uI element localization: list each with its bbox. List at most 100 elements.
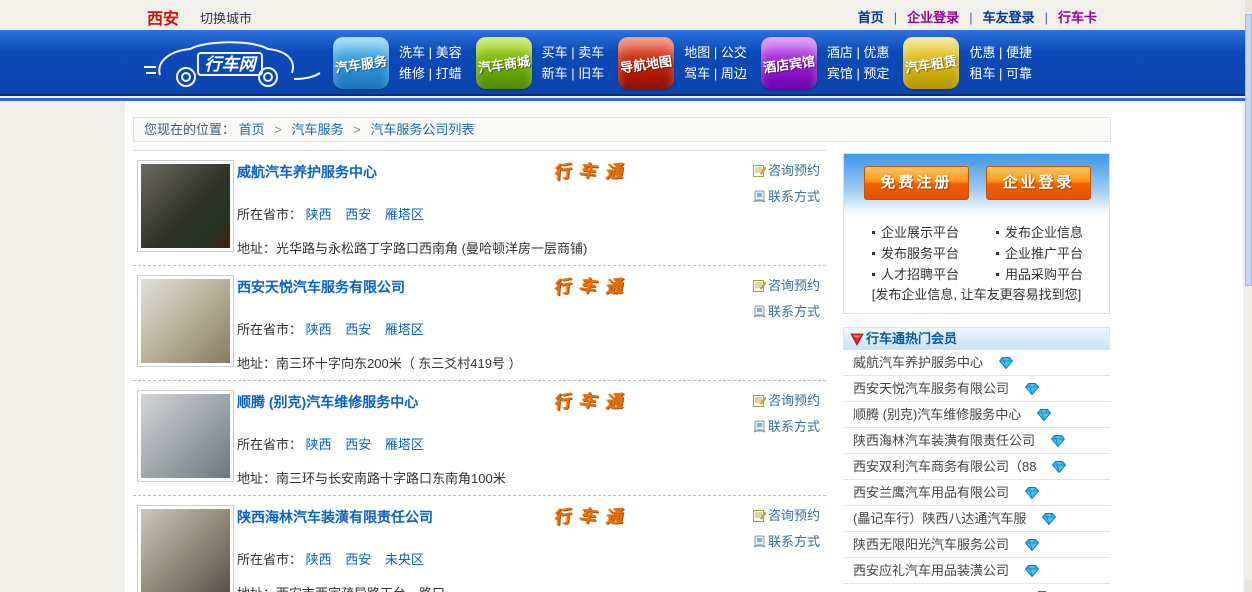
member-row[interactable]: 陕西海林汽车装潢有限责任公司 <box>843 428 1110 454</box>
contact-info-link[interactable]: 联系方式 <box>753 301 833 320</box>
contact-info-link[interactable]: 联系方式 <box>753 531 833 550</box>
nav-sublink[interactable]: 买车 | 卖车 <box>542 42 605 63</box>
current-city: 西安 <box>147 5 179 29</box>
member-row[interactable]: 陕西无限阳光汽车服务公司 <box>843 532 1110 558</box>
region-row: 所在省市： 陕西 西安 雁塔区 <box>237 434 434 453</box>
nav-group-hotel: 酒店宾馆 酒店 | 优惠 宾馆 | 预定 <box>761 37 890 89</box>
nav-sublink[interactable]: 洗车 | 美容 <box>399 42 462 63</box>
region-city-link[interactable]: 西安 <box>345 437 371 452</box>
region-label: 所在省市： <box>237 207 302 222</box>
listing-title-link[interactable]: 西安天悦汽车服务有限公司 <box>237 277 405 297</box>
listing-item: 陕西海林汽车装潢有限责任公司 行车通 咨询预约 联系方式 所在省市： 陕西 西安… <box>133 496 826 592</box>
top-link-driver-login[interactable]: 车友登录 <box>983 10 1035 25</box>
listing-address: 地址：西安市西宇疏导路天台一路口 <box>237 583 445 592</box>
listing-address: 地址：光华路与永松路丁字路口西南角 (曼哈顿洋房一层商铺) <box>237 238 587 257</box>
scrollbar-thumb[interactable] <box>1245 14 1252 286</box>
feature-list-left: 企业展示平台 发布服务平台 人才招聘平台 <box>872 222 959 285</box>
consult-booking-link[interactable]: 咨询预约 <box>753 390 833 409</box>
phone-icon <box>753 305 766 318</box>
nav-sublink[interactable]: 地图 | 公交 <box>684 42 747 63</box>
switch-city-link[interactable]: 切换城市 <box>200 8 252 27</box>
member-row[interactable]: 顺腾 (别克)汽车维修服务中心 <box>843 402 1110 428</box>
top-link-xingcheka[interactable]: 行车卡 <box>1058 10 1097 25</box>
separator: | <box>894 10 897 25</box>
member-row[interactable]: 西安双利汽车商务有限公司（88 <box>843 454 1110 480</box>
phone-icon <box>753 190 766 203</box>
region-district-link[interactable]: 雁塔区 <box>385 207 424 222</box>
consult-booking-link[interactable]: 咨询预约 <box>753 160 833 179</box>
member-row[interactable]: 西安兰鹰汽车用品有限公司 <box>843 480 1110 506</box>
region-province-link[interactable]: 陕西 <box>306 437 332 452</box>
nav-button-car-rental[interactable]: 汽车租赁 <box>903 37 959 89</box>
listing-title-link[interactable]: 顺腾 (别克)汽车维修服务中心 <box>237 392 418 412</box>
contact-info-link[interactable]: 联系方式 <box>753 416 833 435</box>
listing-photo[interactable] <box>137 160 234 252</box>
nav-button-car-mall[interactable]: 汽车商城 <box>476 37 532 89</box>
region-province-link[interactable]: 陕西 <box>306 322 332 337</box>
breadcrumb-car-services[interactable]: 汽车服务 <box>292 122 344 137</box>
member-row[interactable]: 西安应礼汽车用品装潢公司 <box>843 558 1110 584</box>
scrollbar[interactable] <box>1245 0 1252 592</box>
free-register-button[interactable]: 免费注册 <box>864 166 969 200</box>
note-pencil-icon <box>753 164 766 177</box>
breadcrumb-label: 您现在的位置： <box>144 122 235 137</box>
consult-booking-link[interactable]: 咨询预约 <box>753 505 833 524</box>
region-province-link[interactable]: 陕西 <box>306 552 332 567</box>
red-pointer-icon <box>850 333 864 346</box>
listing-photo[interactable] <box>137 390 234 482</box>
hot-members-box: 行车通热门会员 威航汽车养护服务中心 西安天悦汽车服务有限公司 顺腾 (别克)汽… <box>843 327 1110 592</box>
consult-booking-link[interactable]: 咨询预约 <box>753 275 833 294</box>
listing-photo[interactable] <box>137 505 234 592</box>
member-row[interactable]: 西安天悦汽车服务有限公司 <box>843 376 1110 402</box>
feature-item: 发布企业信息 <box>996 222 1083 243</box>
nav-sublink[interactable]: 租车 | 可靠 <box>969 63 1032 84</box>
listing-photo[interactable] <box>137 275 234 367</box>
nav-button-hotel[interactable]: 酒店宾馆 <box>761 37 817 89</box>
top-link-company-login[interactable]: 企业登录 <box>907 10 959 25</box>
nav-button-navigation-map[interactable]: 导航地图 <box>618 37 674 89</box>
listing-title-link[interactable]: 威航汽车养护服务中心 <box>237 162 377 182</box>
region-district-link[interactable]: 未央区 <box>385 552 424 567</box>
region-district-link[interactable]: 雁塔区 <box>385 437 424 452</box>
nav-sublink[interactable]: 宾馆 | 预定 <box>827 63 890 84</box>
company-login-button[interactable]: 企业登录 <box>986 166 1091 200</box>
nav-sublink[interactable]: 新车 | 旧车 <box>542 63 605 84</box>
region-district-link[interactable]: 雁塔区 <box>385 322 424 337</box>
breadcrumb-company-list[interactable]: 汽车服务公司列表 <box>370 122 474 137</box>
diamond-icon <box>999 357 1013 369</box>
nav-sublink[interactable]: 酒店 | 优惠 <box>827 42 890 63</box>
region-row: 所在省市： 陕西 西安 雁塔区 <box>237 319 434 338</box>
page: 西安 切换城市 首页|企业登录|车友登录|行车卡 行车网 汽车服务 洗车 | 美… <box>0 0 1252 592</box>
breadcrumb-home[interactable]: 首页 <box>239 122 265 137</box>
site-logo-car-icon[interactable]: 行车网 <box>142 33 322 93</box>
hot-members-header: 行车通热门会员 <box>843 327 1110 350</box>
region-city-link[interactable]: 西安 <box>345 552 371 567</box>
xingchetong-badge-icon: 行车通 <box>553 272 673 297</box>
member-row[interactable]: 威航汽车养护服务中心 <box>843 350 1110 376</box>
nav-groups: 汽车服务 洗车 | 美容 维修 | 打蜡 汽车商城 买车 | 卖车 新车 | 旧… <box>333 37 1046 89</box>
member-row-partial[interactable] <box>843 584 1110 592</box>
diamond-icon <box>1051 435 1065 447</box>
diamond-icon <box>1025 487 1039 499</box>
member-row[interactable]: (畾记车行）陕西八达通汽车服 <box>843 506 1110 532</box>
nav-sublink[interactable]: 优惠 | 便捷 <box>969 42 1032 63</box>
diamond-icon <box>1025 383 1039 395</box>
feature-item: 企业推广平台 <box>996 243 1083 264</box>
scrollbar-up-arrow[interactable] <box>1245 0 1252 12</box>
nav-sublink[interactable]: 维修 | 打蜡 <box>399 63 462 84</box>
region-label: 所在省市： <box>237 552 302 567</box>
listing-title-link[interactable]: 陕西海林汽车装潢有限责任公司 <box>237 507 433 527</box>
contact-info-link[interactable]: 联系方式 <box>753 186 833 205</box>
nav-button-car-services[interactable]: 汽车服务 <box>333 37 389 89</box>
diamond-icon <box>1025 539 1039 551</box>
xingchetong-badge-icon: 行车通 <box>553 502 673 527</box>
nav-group-map: 导航地图 地图 | 公交 驾车 | 周边 <box>618 37 747 89</box>
region-row: 所在省市： 陕西 西安 雁塔区 <box>237 204 434 223</box>
top-link-home[interactable]: 首页 <box>858 10 884 25</box>
region-province-link[interactable]: 陕西 <box>306 207 332 222</box>
scrollbar-down-arrow[interactable] <box>1245 580 1252 592</box>
region-city-link[interactable]: 西安 <box>345 322 371 337</box>
region-city-link[interactable]: 西安 <box>345 207 371 222</box>
breadcrumb: 您现在的位置： 首页 > 汽车服务 > 汽车服务公司列表 <box>133 117 1111 142</box>
nav-sublink[interactable]: 驾车 | 周边 <box>684 63 747 84</box>
